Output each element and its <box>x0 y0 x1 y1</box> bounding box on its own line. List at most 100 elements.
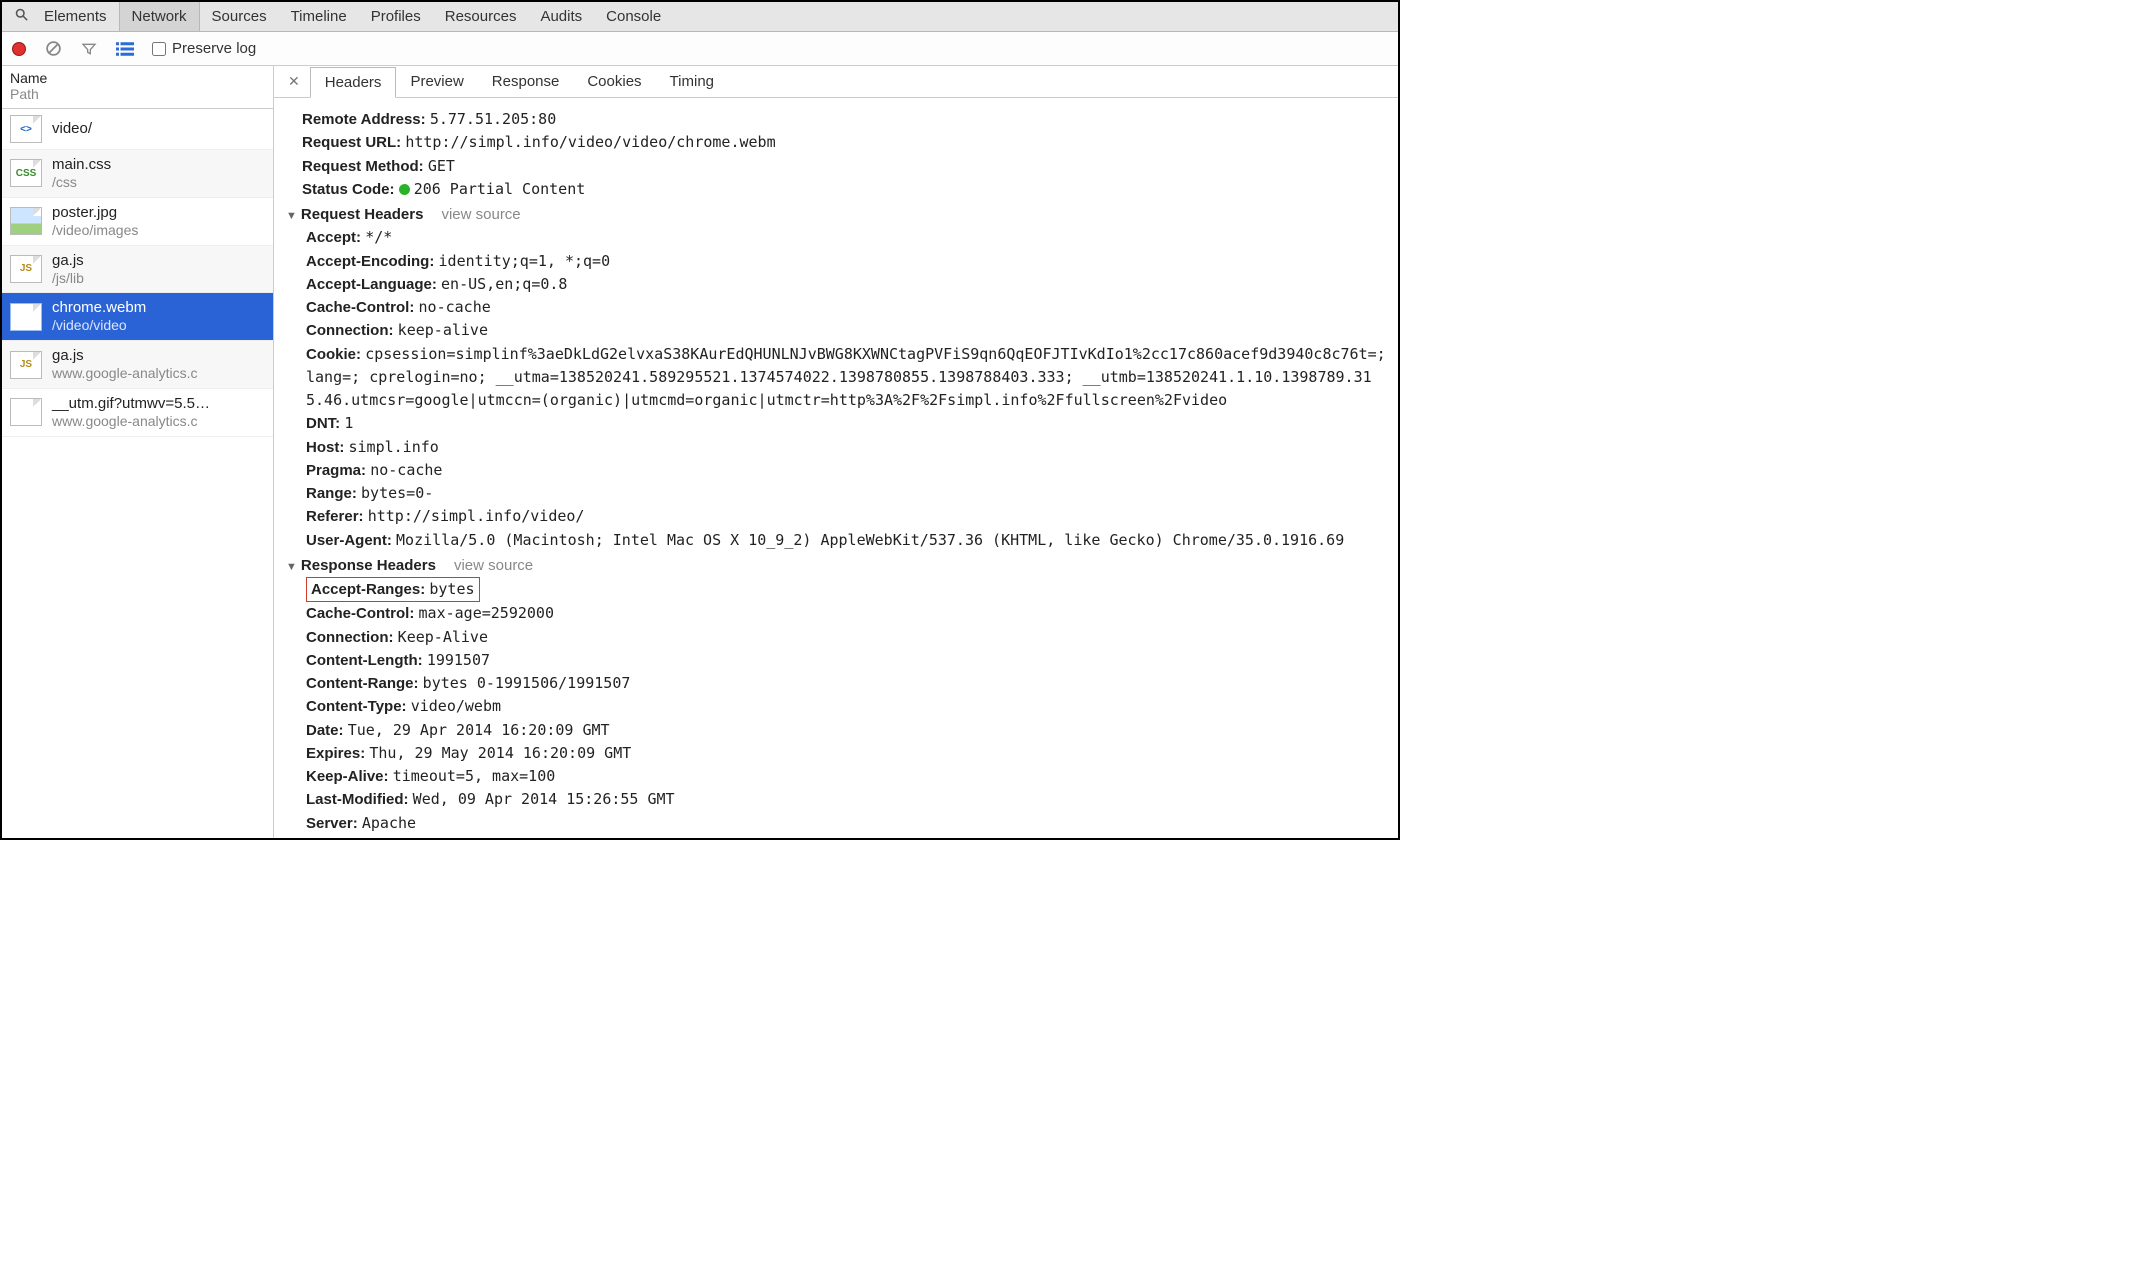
request-list: <>video/CSSmain.css/cssposter.jpg/video/… <box>2 109 273 838</box>
header-value: Keep-Alive <box>398 628 488 646</box>
search-icon[interactable] <box>10 7 32 26</box>
clear-icon[interactable] <box>44 40 62 58</box>
list-item[interactable]: JSga.jswww.google-analytics.c <box>2 341 273 389</box>
header-value: Thu, 29 May 2014 16:20:09 GMT <box>369 744 631 762</box>
header-key: Accept-Encoding: <box>306 253 434 270</box>
file-path: /video/video <box>52 317 146 334</box>
header-row: Keep-Alive: timeout=5, max=100 <box>306 765 1386 788</box>
header-value: bytes 0-1991506/1991507 <box>423 674 631 692</box>
chevron-down-icon: ▼ <box>286 561 297 573</box>
headers-panel: Remote Address: 5.77.51.205:80 Request U… <box>274 98 1398 838</box>
detail-tab-cookies[interactable]: Cookies <box>573 67 655 97</box>
view-source-link[interactable]: view source <box>441 203 520 226</box>
header-key: Cache-Control: <box>306 299 414 316</box>
header-row: Accept-Encoding: identity;q=1, *;q=0 <box>306 250 1386 273</box>
header-value: http://simpl.info/video/ <box>368 507 585 525</box>
header-row: Server: Apache <box>306 812 1386 835</box>
header-key: Last-Modified: <box>306 791 409 808</box>
list-item[interactable]: <>video/ <box>2 109 273 150</box>
request-detail-panel: ✕ HeadersPreviewResponseCookiesTiming Re… <box>274 66 1398 838</box>
list-item[interactable]: CSSmain.css/css <box>2 150 273 198</box>
record-button[interactable] <box>12 42 26 56</box>
header-value: keep-alive <box>398 321 488 339</box>
chevron-down-icon: ▼ <box>286 210 297 222</box>
header-value: simpl.info <box>349 438 439 456</box>
header-key: Host: <box>306 439 344 456</box>
header-row: Cache-Control: max-age=2592000 <box>306 602 1386 625</box>
file-path: /js/lib <box>52 270 84 287</box>
view-source-link[interactable]: view source <box>454 554 533 577</box>
detail-tab-timing[interactable]: Timing <box>656 67 728 97</box>
header-row: DNT: 1 <box>306 412 1386 435</box>
status-code-label: Status Code: <box>302 181 395 198</box>
column-name: Name <box>10 70 265 86</box>
network-toolbar: Preserve log <box>2 32 1398 66</box>
css-file-icon: CSS <box>10 159 42 187</box>
preserve-log-label: Preserve log <box>172 40 256 57</box>
header-row: Connection: Keep-Alive <box>306 626 1386 649</box>
header-key: User-Agent: <box>306 532 392 549</box>
request-headers-title: Request Headers <box>301 206 424 223</box>
header-key: Keep-Alive: <box>306 768 389 785</box>
column-path: Path <box>10 86 265 102</box>
status-dot-icon <box>399 184 410 195</box>
header-key: Connection: <box>306 322 394 339</box>
header-value: identity;q=1, *;q=0 <box>439 252 611 270</box>
header-key: Connection: <box>306 629 394 646</box>
header-value: 1991507 <box>427 651 490 669</box>
top-tab-audits[interactable]: Audits <box>528 2 594 31</box>
header-key: Accept-Ranges: <box>311 581 425 598</box>
top-tab-timeline[interactable]: Timeline <box>279 2 359 31</box>
header-value: Mozilla/5.0 (Macintosh; Intel Mac OS X 1… <box>396 531 1344 549</box>
header-row: Accept: */* <box>306 226 1386 249</box>
header-key: Pragma: <box>306 462 366 479</box>
header-row: Range: bytes=0- <box>306 482 1386 505</box>
list-item[interactable]: poster.jpg/video/images <box>2 198 273 246</box>
header-key: Range: <box>306 485 357 502</box>
header-row: Content-Length: 1991507 <box>306 649 1386 672</box>
header-value: bytes=0- <box>361 484 433 502</box>
preserve-log-toggle[interactable]: Preserve log <box>152 40 256 57</box>
request-method-label: Request Method: <box>302 158 424 175</box>
top-tab-console[interactable]: Console <box>594 2 673 31</box>
response-headers-section[interactable]: ▼Response Headers view source <box>286 554 1386 577</box>
remote-address-label: Remote Address: <box>302 111 426 128</box>
header-row: Content-Type: video/webm <box>306 695 1386 718</box>
header-row: Pragma: no-cache <box>306 459 1386 482</box>
img-file-icon <box>10 207 42 235</box>
header-key: Referer: <box>306 508 364 525</box>
request-method-value: GET <box>428 157 455 175</box>
header-value: no-cache <box>419 298 491 316</box>
header-key: Content-Range: <box>306 675 419 692</box>
header-row: User-Agent: Mozilla/5.0 (Macintosh; Inte… <box>306 529 1386 552</box>
list-item[interactable]: JSga.js/js/lib <box>2 246 273 294</box>
request-headers-section[interactable]: ▼ Request Headers view source <box>286 203 1386 226</box>
close-icon[interactable]: ✕ <box>278 73 310 90</box>
top-tab-network[interactable]: Network <box>119 2 200 31</box>
file-path: /css <box>52 174 111 191</box>
header-row: Content-Range: bytes 0-1991506/1991507 <box>306 672 1386 695</box>
media-file-icon <box>10 398 42 426</box>
header-row: Accept-Ranges: bytes <box>306 577 1386 602</box>
header-row: Accept-Language: en-US,en;q=0.8 <box>306 273 1386 296</box>
detail-tab-headers[interactable]: Headers <box>310 67 397 98</box>
request-list-header: Name Path <box>2 66 273 109</box>
file-name: chrome.webm <box>52 299 146 317</box>
filter-icon[interactable] <box>80 40 98 58</box>
request-url-label: Request URL: <box>302 134 401 151</box>
detail-tab-preview[interactable]: Preview <box>396 67 477 97</box>
top-tab-profiles[interactable]: Profiles <box>359 2 433 31</box>
header-row: Connection: keep-alive <box>306 319 1386 342</box>
top-tab-elements[interactable]: Elements <box>32 2 119 31</box>
detail-tab-response[interactable]: Response <box>478 67 574 97</box>
header-row: Cache-Control: no-cache <box>306 296 1386 319</box>
top-tab-sources[interactable]: Sources <box>200 2 279 31</box>
preserve-log-checkbox[interactable] <box>152 42 166 56</box>
list-item[interactable]: chrome.webm/video/video <box>2 293 273 341</box>
list-view-icon[interactable] <box>116 40 134 58</box>
top-tab-resources[interactable]: Resources <box>433 2 529 31</box>
header-key: DNT: <box>306 415 340 432</box>
request-list-panel: Name Path <>video/CSSmain.css/cssposter.… <box>2 66 274 838</box>
list-item[interactable]: __utm.gif?utmwv=5.5…www.google-analytics… <box>2 389 273 437</box>
header-row: Referer: http://simpl.info/video/ <box>306 505 1386 528</box>
